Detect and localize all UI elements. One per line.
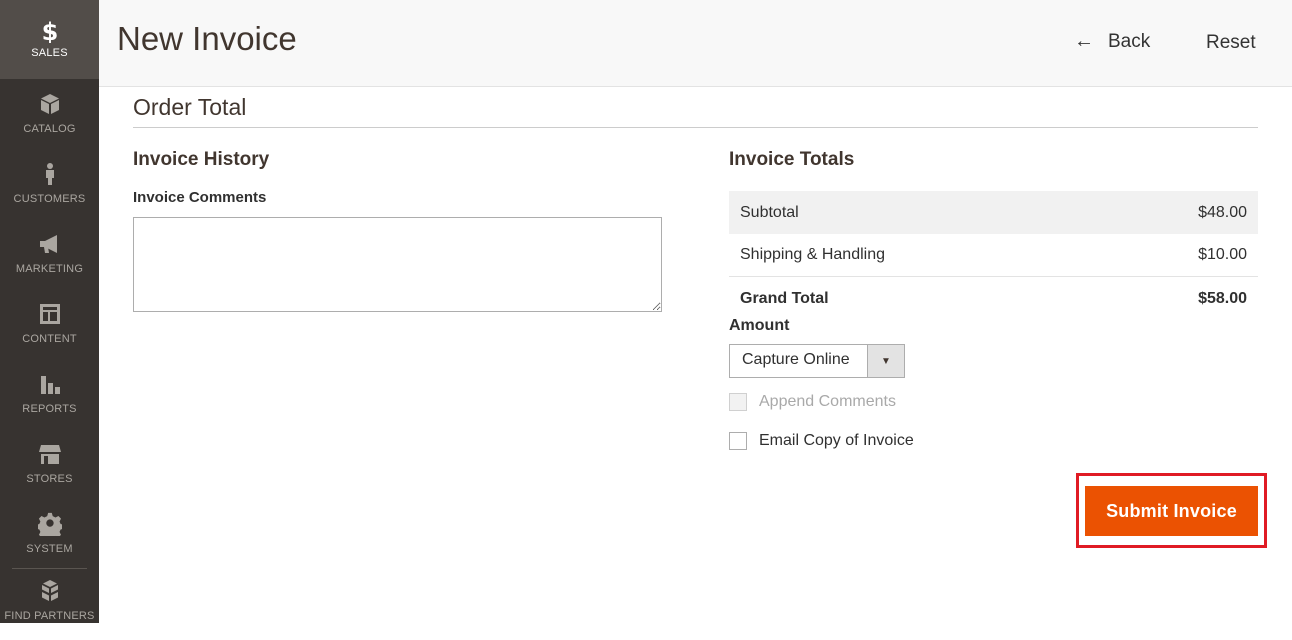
email-copy-checkbox[interactable]	[729, 432, 747, 450]
append-comments-label: Append Comments	[759, 393, 896, 410]
admin-sidebar: $ SALES CATALOG CUSTOMERS MARKETING CONT…	[0, 0, 99, 623]
append-comments-checkbox	[729, 393, 747, 411]
submit-invoice-button[interactable]: Submit Invoice	[1085, 486, 1258, 536]
totals-value: $10.00	[1198, 246, 1247, 263]
box-icon	[37, 91, 63, 117]
sidebar-item-system[interactable]: SYSTEM	[0, 499, 99, 569]
storefront-icon	[37, 441, 63, 467]
section-title-order-total: Order Total	[133, 94, 247, 120]
sidebar-item-marketing[interactable]: MARKETING	[0, 219, 99, 289]
sidebar-item-reports[interactable]: REPORTS	[0, 359, 99, 429]
invoice-totals-title: Invoice Totals	[729, 149, 855, 170]
section-divider	[133, 127, 1258, 128]
sidebar-divider	[12, 568, 87, 569]
gear-icon	[37, 511, 63, 537]
arrow-left-icon: ←	[1074, 30, 1094, 52]
totals-value: $58.00	[1198, 290, 1247, 307]
sidebar-item-stores[interactable]: STORES	[0, 429, 99, 499]
megaphone-icon	[37, 231, 63, 257]
sidebar-item-label: STORES	[26, 473, 73, 485]
sidebar-item-label: CUSTOMERS	[13, 193, 86, 205]
back-button-label: Back	[1108, 30, 1151, 52]
invoice-totals-table: Subtotal $48.00 Shipping & Handling $10.…	[729, 191, 1258, 321]
amount-select[interactable]: Capture Online ▼	[729, 344, 905, 378]
cubes-icon	[37, 578, 63, 604]
email-copy-label: Email Copy of Invoice	[759, 432, 914, 449]
page-title: New Invoice	[117, 20, 297, 57]
sidebar-item-label: REPORTS	[22, 403, 77, 415]
sidebar-item-label: SALES	[31, 47, 68, 59]
totals-label: Shipping & Handling	[740, 246, 885, 263]
sidebar-item-label: MARKETING	[15, 263, 84, 275]
invoice-history-title: Invoice History	[133, 149, 270, 170]
bar-chart-icon	[37, 371, 63, 397]
dollar-icon: $	[37, 18, 63, 44]
sidebar-item-sales[interactable]: $ SALES	[0, 0, 99, 79]
sidebar-item-label: CONTENT	[22, 333, 77, 345]
page-header: New Invoice ← Back Reset	[99, 0, 1292, 87]
back-button[interactable]: ← Back	[1074, 30, 1150, 53]
sidebar-item-label: CATALOG	[23, 123, 76, 135]
reset-button[interactable]: Reset	[1206, 32, 1256, 54]
sidebar-item-label: SYSTEM	[26, 543, 73, 555]
append-comments-option: Append Comments	[729, 393, 896, 411]
sidebar-item-find-partners[interactable]: FIND PARTNERS	[0, 570, 99, 640]
svg-text:$: $	[41, 19, 58, 43]
email-copy-option[interactable]: Email Copy of Invoice	[729, 432, 914, 450]
sidebar-item-label: FIND PARTNERS	[4, 610, 95, 622]
sidebar-item-content[interactable]: CONTENT	[0, 289, 99, 359]
amount-label: Amount	[729, 317, 790, 334]
invoice-comments-label: Invoice Comments	[133, 189, 267, 206]
totals-label: Subtotal	[740, 203, 799, 221]
chevron-down-icon: ▼	[867, 345, 904, 377]
invoice-comments-textarea[interactable]	[133, 217, 662, 312]
amount-select-value: Capture Online	[742, 351, 850, 368]
totals-row-shipping: Shipping & Handling $10.00	[729, 234, 1258, 277]
totals-row-subtotal: Subtotal $48.00	[729, 191, 1258, 234]
person-icon	[37, 161, 63, 187]
totals-row-grand-total: Grand Total $58.00	[729, 277, 1258, 321]
totals-label: Grand Total	[740, 290, 829, 307]
layout-icon	[37, 301, 63, 327]
totals-value: $48.00	[1198, 203, 1247, 221]
sidebar-item-customers[interactable]: CUSTOMERS	[0, 149, 99, 219]
sidebar-item-catalog[interactable]: CATALOG	[0, 79, 99, 149]
